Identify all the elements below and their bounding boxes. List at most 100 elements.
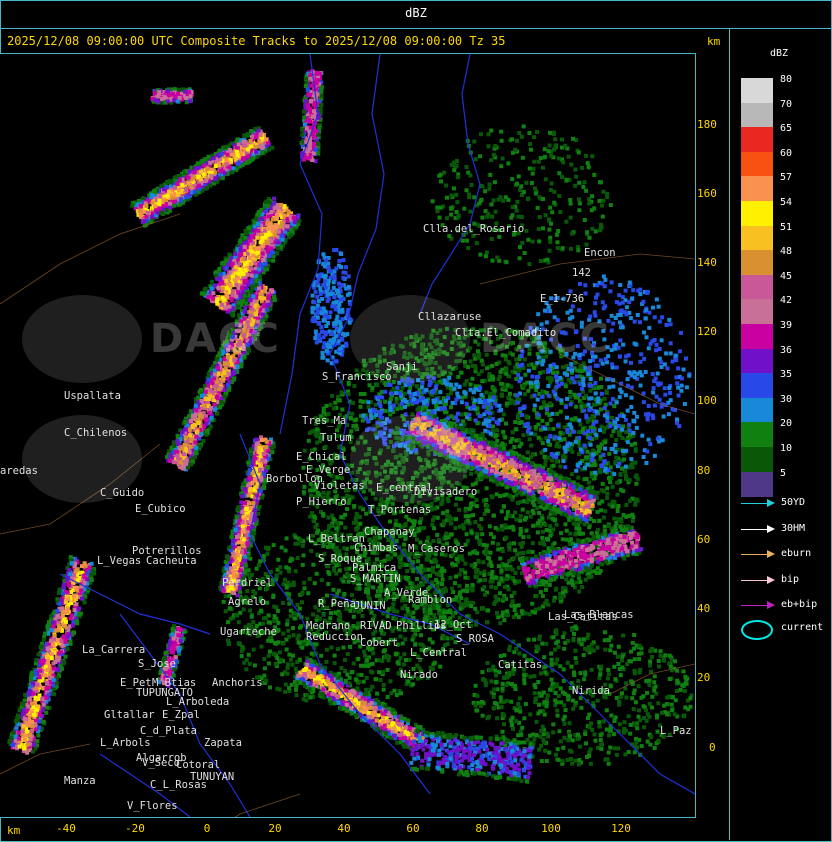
place-label: Tulum — [320, 432, 352, 444]
legend-swatch — [741, 397, 773, 423]
place-label: V_Flores — [127, 800, 178, 812]
y-tick: 20 — [697, 671, 711, 684]
place-label: Catitas — [498, 659, 542, 671]
place-label: 12_Oct — [434, 619, 472, 631]
place-label: Cllazaruse — [418, 311, 481, 323]
title-divider — [0, 28, 832, 29]
place-label: Sanji — [386, 361, 418, 373]
legend-swatch — [741, 373, 773, 399]
place-label: Manza — [64, 775, 96, 787]
place-label: L_Arbols — [100, 737, 151, 749]
legend-swatch-label: 80 — [780, 74, 793, 85]
legend-swatch-label: 65 — [780, 123, 793, 135]
arrowhead-icon — [767, 601, 775, 609]
track-legend-item: 30HM — [741, 523, 831, 537]
x-tick: 40 — [337, 822, 351, 835]
place-label: Chapanay — [364, 526, 415, 538]
place-label: Las_Blancas — [564, 609, 634, 621]
legend-swatch — [741, 225, 773, 251]
x-tick: 60 — [406, 822, 420, 835]
arrowhead-icon — [767, 499, 775, 507]
arrowhead-icon — [767, 575, 775, 584]
place-label: Gltallar — [104, 709, 155, 721]
place-label: 142 — [572, 267, 591, 279]
place-label: S_Jose — [138, 658, 176, 670]
legend-swatch-label: 60 — [780, 147, 793, 159]
legend-swatch — [741, 127, 773, 153]
legend-swatch — [741, 422, 773, 448]
x-tick: 0 — [203, 822, 211, 835]
x-tick: -20 — [125, 822, 145, 835]
place-label: Reduccion — [306, 631, 363, 643]
place-label: Clla.del_Rosario — [423, 223, 524, 235]
y-tick: 0 — [709, 741, 716, 754]
legend-swatch — [741, 78, 773, 103]
track-legend-label: 30HM — [781, 522, 806, 534]
place-label: E_1-736 — [540, 293, 584, 305]
place-label: S_ROSA — [456, 633, 495, 645]
legend-swatch-label: 39 — [780, 320, 793, 331]
y-tick: 120 — [697, 325, 717, 338]
y-tick: 40 — [697, 602, 711, 615]
place-label: Anchoris — [212, 677, 263, 689]
legend-swatch-label: 5 — [780, 467, 787, 479]
legend-swatch-label: 42 — [780, 295, 793, 307]
place-label: Ugarteche — [220, 626, 277, 638]
legend-swatch-label: 57 — [780, 172, 793, 184]
current-label: current — [781, 622, 824, 633]
place-label: S_MARTIN — [350, 573, 401, 585]
radar-map-canvas: Clla.del_Rosario Encon 142 E_1-736 Cllazarus… — [0, 54, 695, 817]
arrowhead-icon — [767, 550, 775, 558]
road-line — [234, 793, 301, 817]
place-label: RIVAD — [360, 620, 392, 632]
radar-map[interactable]: Clla.del_Rosario Encon 142 E_1-736 Cllazarus… — [0, 53, 696, 818]
legend-swatch — [741, 102, 773, 128]
legend-swatch — [741, 324, 773, 349]
track-legend-label: bip — [781, 573, 800, 585]
legend-swatch — [741, 274, 773, 300]
track-legend-item: 50YD — [741, 497, 831, 511]
legend-swatch-label: 35 — [780, 369, 793, 381]
track-legend-item: eburn — [741, 548, 831, 562]
legend-swatch-label: 30 — [780, 393, 793, 405]
place-label: E_Chical — [296, 451, 347, 463]
legend-swatch — [741, 447, 773, 472]
legend-swatch-label: 54 — [780, 197, 793, 208]
km-unit-label-bottom: km — [7, 824, 21, 837]
legend-title: dBZ — [770, 48, 789, 59]
legend-swatch-label: 20 — [780, 418, 793, 430]
place-label: Ramblon — [408, 594, 452, 606]
place-label: Tres_Ma — [302, 415, 346, 427]
legend-swatch — [741, 348, 773, 374]
place-label: Violetas — [314, 480, 365, 492]
place-label: E_Cubico — [135, 503, 186, 515]
place-label: C_d_Plata — [140, 725, 197, 737]
legend-swatch-label: 48 — [780, 246, 793, 258]
legend-divider — [729, 28, 730, 840]
legend-swatch-label: 10 — [780, 443, 793, 454]
y-tick: 140 — [697, 256, 717, 269]
place-label: R_Peña — [318, 598, 356, 610]
x-tick: 80 — [475, 822, 489, 835]
place-label: Agrelo — [228, 596, 266, 608]
watermark-text: DACC — [150, 316, 281, 362]
legend-swatch-label: 70 — [780, 98, 793, 110]
place-label: Uspallata — [64, 390, 121, 402]
y-tick: 100 — [697, 394, 717, 407]
place-label: L_Arboleda — [166, 696, 229, 708]
legend-swatch — [741, 201, 773, 226]
watermark-text: DACC — [480, 316, 611, 362]
legend-swatch-label: 51 — [780, 221, 793, 233]
place-label: C_Chilenos — [64, 427, 127, 439]
x-tick: 100 — [541, 822, 561, 835]
legend-swatch — [741, 176, 773, 202]
place-label: L_Central — [410, 647, 467, 659]
place-label: Cotoral — [176, 759, 220, 771]
legend-swatch-label: 45 — [780, 270, 793, 282]
track-legend-label: eb+bip — [781, 599, 818, 610]
place-label: T_Portenas — [368, 504, 431, 516]
place-label: S_Francisco — [322, 371, 392, 383]
place-label: V_Seco — [142, 757, 180, 769]
watermark-logo — [22, 295, 142, 383]
place-label: Perdriel — [222, 577, 273, 589]
